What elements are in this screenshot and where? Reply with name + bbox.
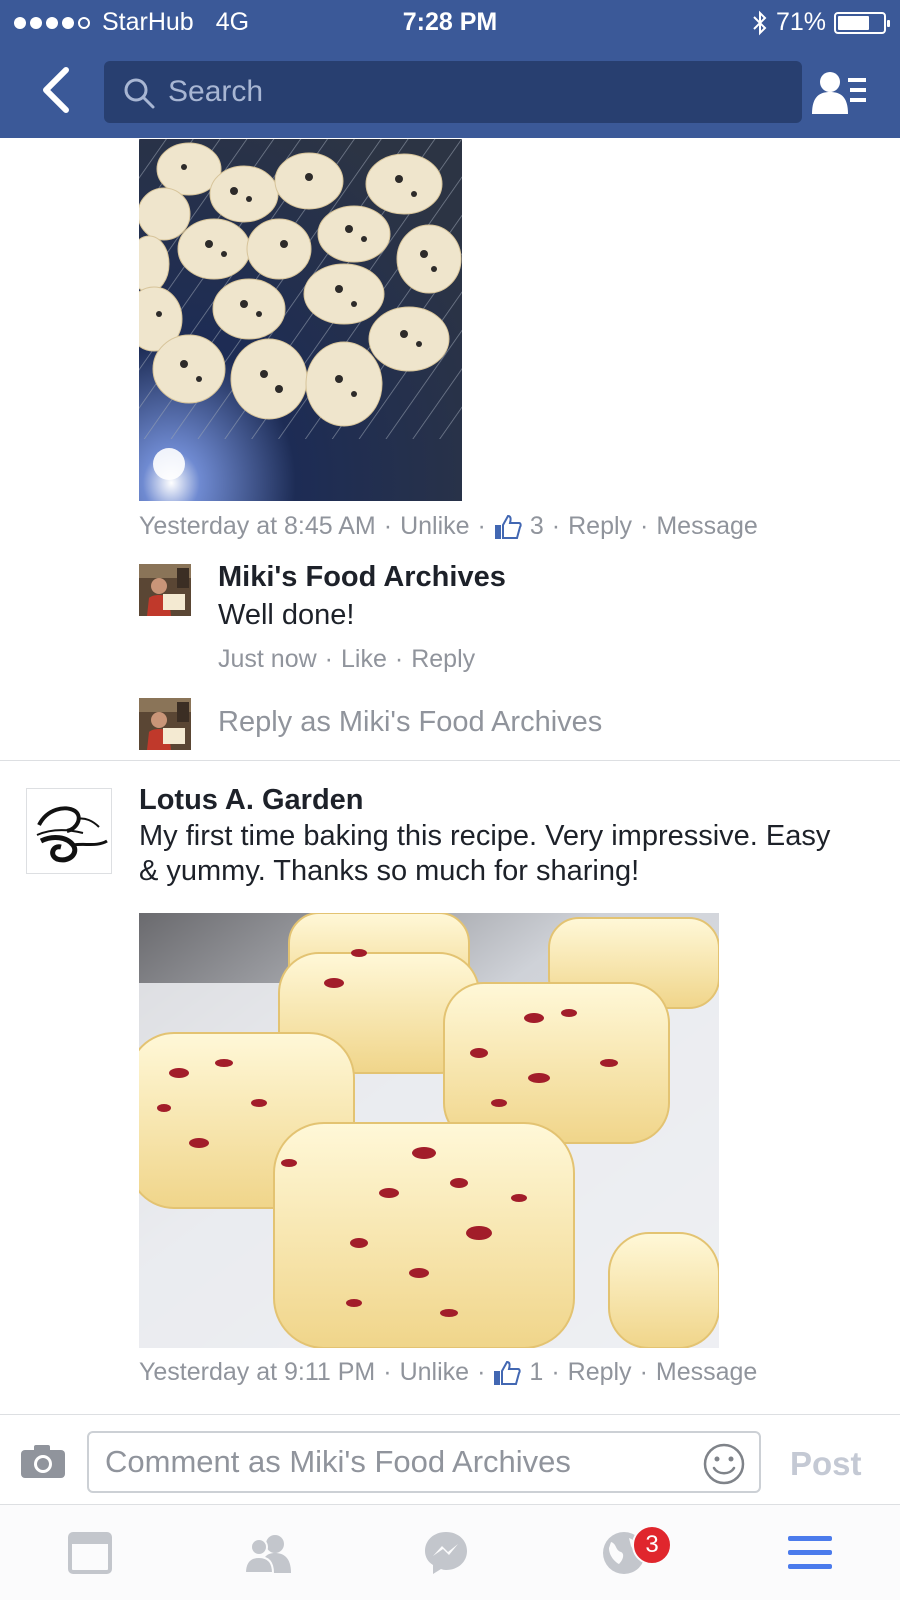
tab-menu[interactable] <box>760 1505 860 1600</box>
top-navigation-bar: StarHub 4G 7:28 PM 71% <box>0 0 900 138</box>
notification-badge: 3 <box>632 1525 672 1565</box>
reply-button[interactable]: Reply <box>411 645 475 674</box>
comment-photo-cranberry-cookies[interactable] <box>139 913 719 1348</box>
bluetooth-icon <box>753 10 767 35</box>
reply-timestamp[interactable]: Just now <box>218 645 317 674</box>
comment-meta: Yesterday at 8:45 AM · Unlike · 3 · Repl… <box>139 512 758 541</box>
camera-icon[interactable] <box>20 1443 66 1479</box>
friends-icon <box>243 1535 291 1573</box>
menu-icon <box>788 1536 832 1569</box>
search-bar[interactable] <box>104 61 802 123</box>
tab-messenger[interactable] <box>396 1505 496 1600</box>
comment-timestamp[interactable]: Yesterday at 9:11 PM <box>139 1358 375 1387</box>
battery-icon <box>834 11 890 34</box>
comment-input[interactable] <box>105 1433 685 1491</box>
tab-notifications[interactable]: 3 <box>574 1505 674 1600</box>
comment-text: My first time baking this recipe. Very i… <box>139 820 831 887</box>
comment-composer: Post <box>0 1414 900 1504</box>
comment-timestamp[interactable]: Yesterday at 8:45 AM <box>139 512 376 541</box>
tab-news-feed[interactable] <box>40 1505 140 1600</box>
message-button[interactable]: Message <box>656 1358 757 1387</box>
comment-field[interactable] <box>87 1431 761 1493</box>
comment-photo-cookies-rack[interactable] <box>139 139 462 501</box>
chevron-left-icon[interactable] <box>36 66 76 114</box>
reply-as-input[interactable]: Reply as Miki's Food Archives <box>218 706 602 739</box>
like-button[interactable]: Like <box>341 645 387 674</box>
reply-button[interactable]: Reply <box>568 512 632 541</box>
like-count[interactable]: 1 <box>529 1358 543 1387</box>
comment-meta: Yesterday at 9:11 PM · Unlike · 1 · Repl… <box>139 1358 758 1387</box>
reply-text: Well done! <box>218 599 355 631</box>
message-button[interactable]: Message <box>656 512 757 541</box>
unlike-button[interactable]: Unlike <box>400 1358 469 1387</box>
messenger-icon <box>425 1532 467 1574</box>
reply-meta: Just now · Like · Reply <box>218 645 476 674</box>
comment-author[interactable]: Lotus A. Garden <box>139 784 364 817</box>
status-bar: StarHub 4G 7:28 PM 71% <box>0 0 900 46</box>
avatar <box>139 698 191 750</box>
search-icon <box>124 78 155 109</box>
like-count[interactable]: 3 <box>530 512 544 541</box>
tab-friends[interactable] <box>218 1505 318 1600</box>
like-thumb-icon <box>494 1360 522 1385</box>
battery-percent: 71% <box>775 8 826 36</box>
divider <box>0 760 900 761</box>
post-button[interactable]: Post <box>790 1445 862 1483</box>
search-input[interactable] <box>168 61 788 123</box>
avatar[interactable] <box>139 564 191 616</box>
reply-author[interactable]: Miki's Food Archives <box>218 561 506 594</box>
bottom-tab-bar: 3 <box>0 1504 900 1600</box>
reply-button[interactable]: Reply <box>568 1358 632 1387</box>
like-thumb-icon <box>494 514 522 539</box>
unlike-button[interactable]: Unlike <box>400 512 469 541</box>
news-feed-icon <box>68 1532 112 1574</box>
avatar[interactable] <box>26 788 112 874</box>
emoji-icon[interactable] <box>703 1443 745 1485</box>
friend-requests-icon[interactable] <box>812 70 868 116</box>
